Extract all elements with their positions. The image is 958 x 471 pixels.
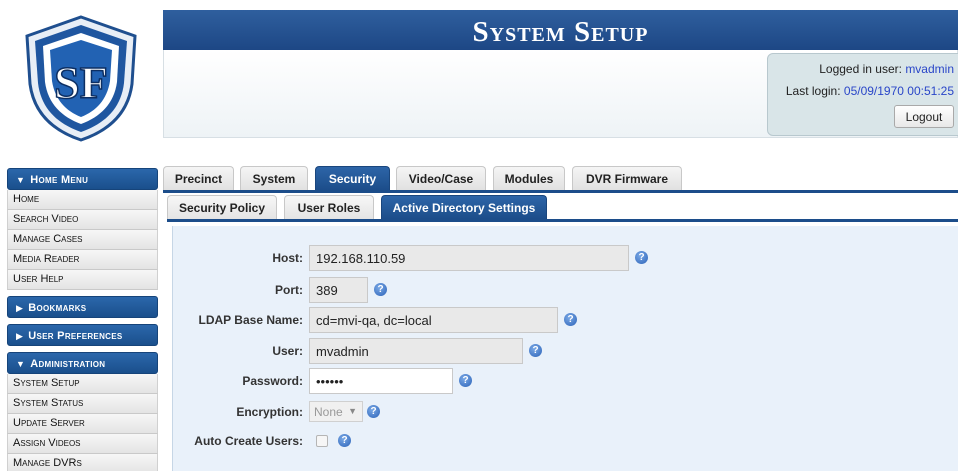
help-icon[interactable]: ?	[564, 313, 577, 326]
user-row: User: ?	[173, 338, 958, 364]
auto-create-label: Auto Create Users:	[194, 434, 303, 448]
user-input[interactable]	[309, 338, 523, 364]
logo-letters: SF	[54, 57, 108, 108]
sidebar: ▼ Home Menu Home Search Video Manage Case…	[7, 168, 158, 471]
password-row: Password: ?	[173, 368, 958, 394]
auto-create-row: Auto Create Users: ?	[173, 428, 958, 454]
sidebar-item-user-help[interactable]: User Help	[7, 270, 158, 290]
caret-right-icon: ▶	[16, 303, 24, 313]
page-title: System Setup	[472, 16, 649, 48]
home-menu-header[interactable]: ▼ Home Menu	[7, 168, 158, 190]
tab-precinct[interactable]: Precinct	[163, 166, 234, 190]
password-input[interactable]	[309, 368, 453, 394]
ldap-base-label: LDAP Base Name:	[198, 313, 303, 327]
host-label: Host:	[272, 251, 303, 265]
sidebar-item-assign-videos[interactable]: Assign Videos	[7, 434, 158, 454]
encryption-row: Encryption: None ▼ ?	[173, 399, 958, 425]
user-label: User:	[272, 344, 303, 358]
help-icon[interactable]: ?	[459, 374, 472, 387]
tab-security[interactable]: Security	[315, 166, 390, 190]
last-login-value: 05/09/1970 00:51:25	[843, 84, 954, 98]
logged-in-user-value: mvadmin	[905, 62, 954, 76]
ldap-base-row: LDAP Base Name: ?	[173, 307, 958, 333]
help-icon[interactable]: ?	[338, 434, 351, 447]
user-preferences-header[interactable]: ▶ User Preferences	[7, 324, 158, 346]
tab-video-case[interactable]: Video/Case	[396, 166, 486, 190]
help-icon[interactable]: ?	[529, 344, 542, 357]
sidebar-item-update-server[interactable]: Update Server	[7, 414, 158, 434]
tab-dvr-firmware[interactable]: DVR Firmware	[572, 166, 682, 190]
sidebar-item-search-video[interactable]: Search Video	[7, 210, 158, 230]
administration-header[interactable]: ▼ Administration	[7, 352, 158, 374]
tab-modules[interactable]: Modules	[493, 166, 565, 190]
help-icon[interactable]: ?	[367, 405, 380, 418]
active-directory-form: Host: ? Port: ? LDAP Base Name: ? User: …	[172, 226, 958, 471]
host-row: Host: ?	[173, 245, 958, 271]
sidebar-item-system-setup[interactable]: System Setup	[7, 374, 158, 394]
port-row: Port: ?	[173, 277, 958, 303]
auto-create-checkbox[interactable]	[316, 435, 328, 447]
tab-active-directory-settings[interactable]: Active Directory Settings	[381, 195, 547, 219]
tabs-divider	[163, 190, 958, 193]
help-icon[interactable]: ?	[635, 251, 648, 264]
last-login: Last login: 05/09/1970 00:51:25	[785, 84, 954, 98]
sidebar-item-system-status[interactable]: System Status	[7, 394, 158, 414]
encryption-label: Encryption:	[236, 405, 303, 419]
port-label: Port:	[275, 283, 303, 297]
login-info: Logged in user: mvadmin Last login: 05/0…	[767, 53, 958, 136]
sidebar-item-manage-cases[interactable]: Manage Cases	[7, 230, 158, 250]
sidebar-item-manage-dvrs[interactable]: Manage DVRs	[7, 454, 158, 471]
sidebar-item-home[interactable]: Home	[7, 190, 158, 210]
sidebar-item-media-reader[interactable]: Media Reader	[7, 250, 158, 270]
password-label: Password:	[242, 374, 303, 388]
ldap-base-input[interactable]	[309, 307, 558, 333]
tab-security-policy[interactable]: Security Policy	[167, 195, 277, 219]
bookmarks-header[interactable]: ▶ Bookmarks	[7, 296, 158, 318]
caret-down-icon: ▼	[16, 359, 26, 369]
tab-user-roles[interactable]: User Roles	[284, 195, 374, 219]
help-icon[interactable]: ?	[374, 283, 387, 296]
encryption-select[interactable]: None ▼	[309, 401, 363, 422]
dropdown-caret-icon: ▼	[348, 406, 357, 416]
port-input[interactable]	[309, 277, 368, 303]
caret-down-icon: ▼	[16, 175, 26, 185]
logout-button[interactable]: Logout	[894, 105, 954, 128]
subtabs-divider	[167, 219, 958, 222]
caret-right-icon: ▶	[16, 331, 24, 341]
tab-system[interactable]: System	[240, 166, 308, 190]
logged-in-user: Logged in user: mvadmin	[819, 62, 954, 76]
title-banner: System Setup	[163, 10, 958, 50]
sf-logo: SF	[25, 15, 137, 142]
host-input[interactable]	[309, 245, 629, 271]
